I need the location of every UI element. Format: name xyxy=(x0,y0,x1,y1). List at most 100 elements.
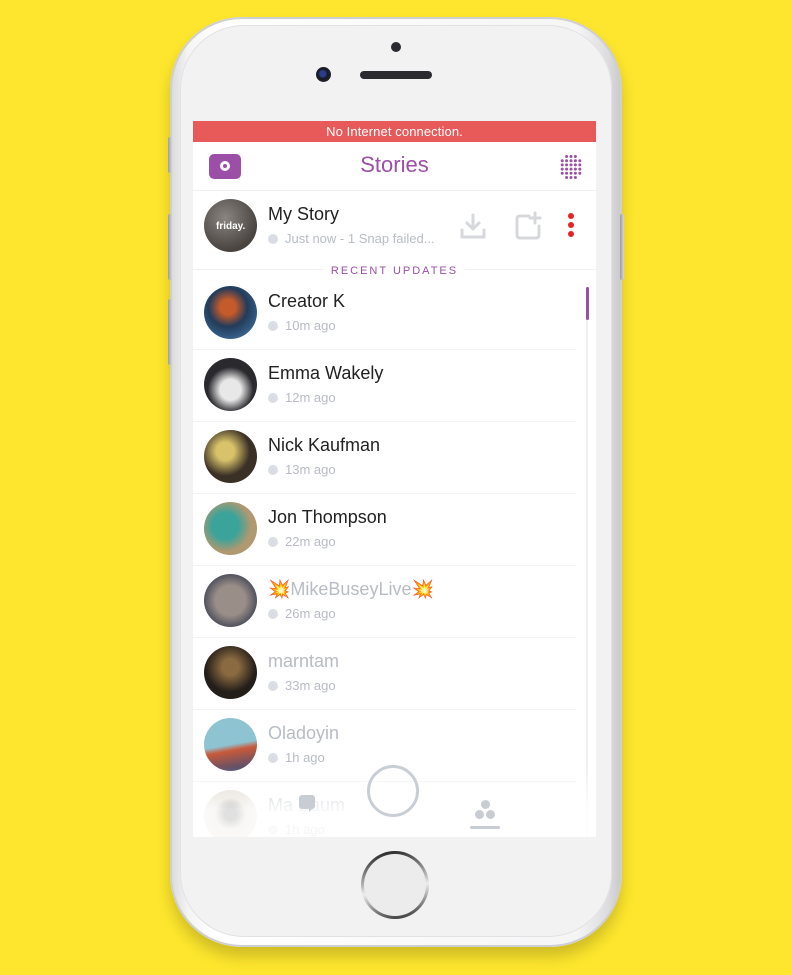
no-connection-banner: No Internet connection. xyxy=(193,121,596,142)
status-dot-icon xyxy=(268,321,278,331)
scrollbar-thumb[interactable] xyxy=(586,287,589,320)
story-name: Oladoyin xyxy=(268,723,340,743)
grid-dot xyxy=(565,171,569,175)
status-dot-icon xyxy=(268,537,278,547)
story-avatar[interactable] xyxy=(204,502,257,555)
grid-dot xyxy=(578,171,582,175)
status-dot-icon xyxy=(268,234,278,244)
grid-dot xyxy=(569,155,573,158)
volume-up-button xyxy=(168,214,172,280)
story-name: 💥MikeBuseyLive💥 xyxy=(268,579,434,599)
story-time-text: 26m ago xyxy=(285,606,336,621)
grid-dot xyxy=(560,167,564,171)
story-time-text: 13m ago xyxy=(285,462,336,477)
active-tab-indicator xyxy=(470,826,500,829)
story-time: 13m ago xyxy=(268,462,336,477)
status-dot-icon xyxy=(268,681,278,691)
story-time-text: 1h ago xyxy=(285,822,325,837)
story-row[interactable]: Nick Kaufman 13m ago xyxy=(193,422,576,494)
grid-dot xyxy=(573,171,577,175)
story-time-text: 12m ago xyxy=(285,390,336,405)
grid-dot xyxy=(569,163,573,167)
story-avatar[interactable] xyxy=(204,286,257,339)
story-row[interactable]: Emma Wakely 12m ago xyxy=(193,350,576,422)
status-dot-icon xyxy=(268,393,278,403)
grid-dot xyxy=(573,176,577,179)
earpiece-speaker xyxy=(360,71,432,79)
grid-dot xyxy=(565,159,569,163)
grid-dot xyxy=(560,163,564,167)
stories-list: Creator K 10m ago Emma Wakely 12m ago Nick K… xyxy=(193,278,596,837)
my-story-row[interactable]: friday. My Story Just now - 1 Snap faile… xyxy=(193,190,596,261)
story-avatar[interactable] xyxy=(204,358,257,411)
grid-dot xyxy=(569,176,573,179)
more-options-icon[interactable] xyxy=(566,213,576,239)
volume-down-button xyxy=(168,299,172,365)
story-time-text: 10m ago xyxy=(285,318,336,333)
story-time: 10m ago xyxy=(268,318,336,333)
story-time: 1h ago xyxy=(268,822,325,837)
my-story-status: Just now - 1 Snap failed... xyxy=(268,231,435,246)
story-row[interactable]: marntam 33m ago xyxy=(193,638,576,710)
chat-icon[interactable] xyxy=(299,795,315,812)
story-avatar[interactable] xyxy=(204,790,257,837)
scrollbar-track[interactable] xyxy=(586,287,588,837)
grid-dot xyxy=(565,167,569,171)
story-row[interactable]: 💥MikeBuseyLive💥 26m ago xyxy=(193,566,576,638)
story-time: 1h ago xyxy=(268,750,325,765)
status-dot-icon xyxy=(268,753,278,763)
story-avatar[interactable] xyxy=(204,646,257,699)
status-dot-icon xyxy=(268,609,278,619)
status-text: Just now - 1 Snap failed... xyxy=(285,231,435,246)
header: Stories xyxy=(193,142,596,190)
section-label: RECENT UPDATES xyxy=(323,265,466,277)
grid-dot xyxy=(565,176,569,179)
story-name: Nick Kaufman xyxy=(268,435,381,455)
add-story-icon[interactable] xyxy=(513,211,543,241)
grid-dot xyxy=(573,167,577,171)
status-dot-icon xyxy=(268,465,278,475)
story-time-text: 1h ago xyxy=(285,750,325,765)
recent-updates-header: RECENT UPDATES xyxy=(193,261,596,278)
story-row[interactable]: Creator K 10m ago xyxy=(193,278,576,350)
story-time: 33m ago xyxy=(268,678,336,693)
front-camera xyxy=(316,67,331,82)
story-avatar[interactable] xyxy=(204,718,257,771)
grid-dot xyxy=(578,159,582,163)
grid-dot xyxy=(560,171,564,175)
mute-switch xyxy=(168,137,172,173)
grid-dot xyxy=(578,163,582,167)
my-story-actions xyxy=(458,211,588,241)
story-row[interactable]: Jon Thompson 22m ago xyxy=(193,494,576,566)
discover-grid-icon[interactable] xyxy=(558,154,584,180)
story-name: marntam xyxy=(268,651,340,671)
friends-icon[interactable] xyxy=(470,795,500,829)
home-button[interactable] xyxy=(361,851,429,919)
my-story-avatar[interactable]: friday. xyxy=(204,199,257,252)
story-name: Jon Thompson xyxy=(268,507,387,527)
proximity-sensor xyxy=(391,42,401,52)
story-name: Emma Wakely xyxy=(268,363,384,383)
power-button xyxy=(620,214,624,280)
grid-dot xyxy=(569,171,573,175)
grid-dot xyxy=(578,167,582,171)
grid-dot xyxy=(573,155,577,158)
capture-button[interactable] xyxy=(367,765,419,817)
story-avatar[interactable] xyxy=(204,430,257,483)
thumbnail-caption: friday. xyxy=(216,221,246,232)
story-time-text: 33m ago xyxy=(285,678,336,693)
grid-dot xyxy=(569,159,573,163)
grid-dot xyxy=(565,155,569,158)
story-time: 22m ago xyxy=(268,534,336,549)
story-avatar[interactable] xyxy=(204,574,257,627)
story-time: 26m ago xyxy=(268,606,336,621)
grid-dot xyxy=(560,159,564,163)
my-story-name: My Story xyxy=(268,204,340,224)
story-time-text: 22m ago xyxy=(285,534,336,549)
story-name: Creator K xyxy=(268,291,346,311)
status-dot-icon xyxy=(268,825,278,835)
story-time: 12m ago xyxy=(268,390,336,405)
grid-dot xyxy=(569,167,573,171)
grid-dot xyxy=(573,159,577,163)
download-icon[interactable] xyxy=(458,211,488,241)
